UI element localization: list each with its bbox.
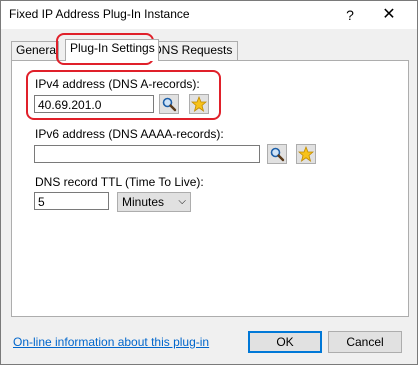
online-info-link[interactable]: On-line information about this plug-in [13, 335, 209, 349]
ok-button[interactable]: OK [248, 331, 322, 353]
star-icon [191, 96, 207, 112]
ipv6-favorite-button[interactable] [296, 144, 316, 164]
ttl-label: DNS record TTL (Time To Live): [35, 175, 204, 189]
tab-plugin-settings[interactable]: Plug-In Settings [65, 39, 159, 61]
ttl-unit-select[interactable]: Minutes ⌵ [117, 192, 191, 212]
dialog-window: Fixed IP Address Plug-In Instance ? ✕ Ge… [0, 0, 418, 365]
star-icon [298, 146, 314, 162]
magnifier-icon [162, 97, 177, 112]
ipv6-lookup-button[interactable] [267, 144, 287, 164]
ipv6-input[interactable] [34, 145, 260, 163]
window-title: Fixed IP Address Plug-In Instance [9, 7, 190, 21]
magnifier-icon [270, 147, 285, 162]
chevron-down-icon: ⌵ [178, 196, 186, 207]
close-button[interactable]: ✕ [369, 3, 409, 27]
ttl-input[interactable]: 5 [34, 192, 109, 210]
ipv4-input[interactable]: 40.69.201.0 [34, 95, 154, 113]
help-button[interactable]: ? [337, 3, 363, 27]
tab-dns-requests[interactable]: DNS Requests [148, 41, 238, 60]
ipv6-label: IPv6 address (DNS AAAA-records): [35, 127, 224, 141]
cancel-button[interactable]: Cancel [328, 331, 402, 353]
ipv4-favorite-button[interactable] [189, 94, 209, 114]
ttl-unit-value: Minutes [122, 195, 165, 209]
ipv4-label: IPv4 address (DNS A-records): [35, 77, 200, 91]
tab-panel: IPv4 address (DNS A-records): 40.69.201.… [11, 60, 409, 317]
tab-general[interactable]: General [11, 41, 59, 60]
title-bar: Fixed IP Address Plug-In Instance ? ✕ [1, 1, 417, 29]
ipv4-lookup-button[interactable] [159, 94, 179, 114]
